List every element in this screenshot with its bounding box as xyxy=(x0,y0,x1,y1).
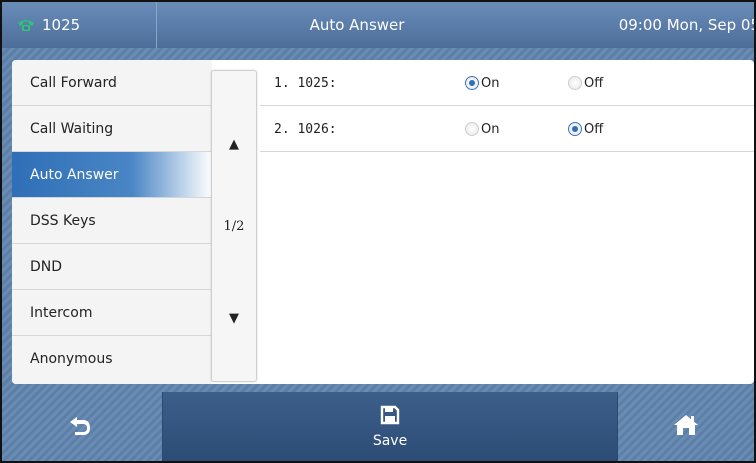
radio-label: On xyxy=(481,121,500,137)
menu-item-label: Call Forward xyxy=(30,74,117,91)
menu-item-dnd[interactable]: DND xyxy=(12,244,212,290)
menu-item-call-waiting[interactable]: Call Waiting xyxy=(12,106,212,152)
status-bar: 1025 Auto Answer 09:00 Mon, Sep 05 xyxy=(2,2,754,48)
page-scroller: ▲ 1/2 ▼ xyxy=(211,70,257,382)
menu-item-label: Intercom xyxy=(30,304,93,321)
settings-menu: Call Forward Call Waiting Auto Answer DS… xyxy=(12,60,212,384)
menu-item-dss-keys[interactable]: DSS Keys xyxy=(12,198,212,244)
back-arrow-icon xyxy=(68,414,92,440)
account-indicator: 1025 xyxy=(2,2,157,48)
radio-on[interactable]: On xyxy=(465,106,499,152)
menu-item-intercom[interactable]: Intercom xyxy=(12,290,212,336)
radio-on[interactable]: On xyxy=(465,60,499,106)
radio-label: On xyxy=(481,75,500,91)
account-number: 1025 xyxy=(42,16,81,34)
home-icon xyxy=(673,414,699,440)
triangle-down-icon[interactable]: ▼ xyxy=(212,311,256,326)
main-panel: Call Forward Call Waiting Auto Answer DS… xyxy=(12,60,754,384)
save-label: Save xyxy=(372,432,408,449)
menu-item-anonymous[interactable]: Anonymous xyxy=(12,336,212,382)
home-button[interactable] xyxy=(618,392,754,461)
menu-item-label: Call Waiting xyxy=(30,120,114,137)
auto-answer-row: 2. 1026: On Off xyxy=(260,106,754,152)
settings-content: 1. 1025: On Off 2. 1026: On Off xyxy=(260,60,754,384)
menu-item-label: DSS Keys xyxy=(30,212,96,229)
menu-item-label: Anonymous xyxy=(30,351,113,367)
date-time: 09:00 Mon, Sep 05 xyxy=(618,16,756,34)
radio-unchecked-icon xyxy=(465,122,479,136)
triangle-up-icon[interactable]: ▲ xyxy=(212,137,256,152)
floppy-disk-icon xyxy=(380,405,400,429)
page-title: Auto Answer xyxy=(309,16,405,34)
radio-off[interactable]: Off xyxy=(568,60,603,106)
radio-label: Off xyxy=(584,75,604,91)
radio-checked-icon xyxy=(568,122,582,136)
menu-item-label: Auto Answer xyxy=(30,166,119,183)
radio-label: Off xyxy=(584,121,604,137)
line-label: 2. 1026: xyxy=(274,121,337,137)
auto-answer-row: 1. 1025: On Off xyxy=(260,60,754,106)
radio-checked-icon xyxy=(465,76,479,90)
phone-handset-icon xyxy=(16,18,36,32)
menu-item-call-forward[interactable]: Call Forward xyxy=(12,60,212,106)
radio-unchecked-icon xyxy=(568,76,582,90)
save-button[interactable]: Save xyxy=(162,392,618,461)
back-button[interactable] xyxy=(2,392,157,461)
radio-off[interactable]: Off xyxy=(568,106,603,152)
menu-item-label: DND xyxy=(30,258,63,275)
phone-screen: 1025 Auto Answer 09:00 Mon, Sep 05 Call … xyxy=(0,0,756,463)
line-label: 1. 1025: xyxy=(274,75,337,91)
softkey-bar: Save xyxy=(2,392,754,461)
menu-item-auto-answer[interactable]: Auto Answer xyxy=(12,152,212,198)
page-indicator: 1/2 xyxy=(223,219,245,234)
